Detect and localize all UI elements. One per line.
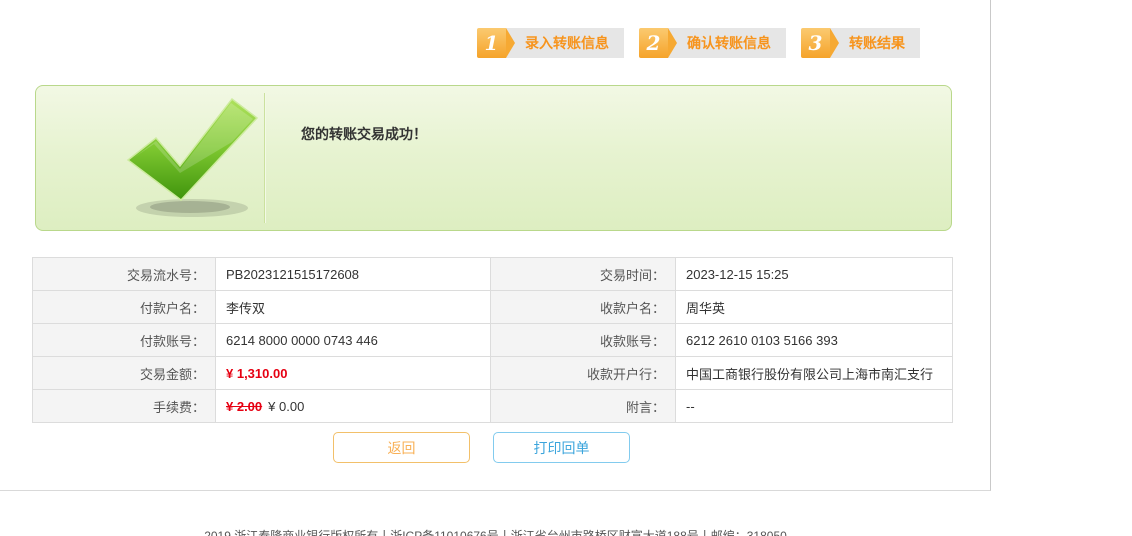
success-checkmark-icon — [114, 94, 289, 222]
detail-value-part: 李传双 — [226, 301, 265, 316]
step-1-number-badge: 1 — [477, 28, 506, 58]
detail-value: ¥ 1,310.00 — [216, 357, 491, 390]
detail-value-part: ¥ 2.00 — [226, 399, 262, 414]
detail-value-part: -- — [686, 399, 695, 414]
detail-value-part: 中国工商银行股份有限公司上海市南汇支行 — [686, 367, 933, 382]
transfer-steps: 1 录入转账信息 2 确认转账信息 3 转账结果 — [477, 28, 920, 58]
detail-value: 2023-12-15 15:25 — [676, 258, 953, 291]
table-row: 付款户名： 李传双 收款户名： 周华英 — [33, 291, 953, 324]
step-3-result: 3 转账结果 — [801, 28, 920, 58]
table-row: 手续费： ¥ 2.00 ¥ 0.00 附言： -- — [33, 390, 953, 423]
main-content-panel: 1 录入转账信息 2 确认转账信息 3 转账结果 — [0, 0, 991, 491]
step-1-label: 录入转账信息 — [506, 28, 624, 58]
step-1-enter-info: 1 录入转账信息 — [477, 28, 624, 58]
detail-value-part: ¥ 1,310.00 — [226, 366, 287, 381]
detail-value-part: 6214 8000 0000 0743 446 — [226, 333, 378, 348]
detail-value-part: ¥ 0.00 — [268, 399, 304, 414]
details-table-body: 交易流水号： PB2023121515172608 交易时间： 2023-12-15 … — [33, 258, 953, 423]
step-2-confirm-info: 2 确认转账信息 — [639, 28, 786, 58]
detail-label: 收款开户行： — [491, 357, 676, 390]
success-message: 您的转账交易成功！ — [301, 124, 427, 144]
print-receipt-button[interactable]: 打印回单 — [493, 432, 630, 463]
detail-label: 付款户名： — [33, 291, 216, 324]
detail-value-part: PB2023121515172608 — [226, 267, 359, 282]
step-3-number-badge: 3 — [801, 28, 830, 58]
detail-value: ¥ 2.00 ¥ 0.00 — [216, 390, 491, 423]
detail-value: 中国工商银行股份有限公司上海市南汇支行 — [676, 357, 953, 390]
table-row: 交易流水号： PB2023121515172608 交易时间： 2023-12-15 … — [33, 258, 953, 291]
detail-value: PB2023121515172608 — [216, 258, 491, 291]
copyright-footer: 2019 浙江泰隆商业银行版权所有丨浙ICP备11010676号丨浙江省台州市路… — [0, 527, 991, 536]
detail-label: 交易金额： — [33, 357, 216, 390]
detail-label: 收款户名： — [491, 291, 676, 324]
detail-value-part: 2023-12-15 15:25 — [686, 267, 789, 282]
detail-label: 收款账号： — [491, 324, 676, 357]
detail-value: 李传双 — [216, 291, 491, 324]
table-row: 付款账号： 6214 8000 0000 0743 446 收款账号： 6212 26… — [33, 324, 953, 357]
step-2-label: 确认转账信息 — [668, 28, 786, 58]
back-button[interactable]: 返回 — [333, 432, 470, 463]
detail-label: 交易时间： — [491, 258, 676, 291]
detail-value: 周华英 — [676, 291, 953, 324]
step-3-label: 转账结果 — [830, 28, 920, 58]
transaction-details-table: 交易流水号： PB2023121515172608 交易时间： 2023-12-15 … — [32, 257, 953, 423]
detail-label: 交易流水号： — [33, 258, 216, 291]
success-panel: 您的转账交易成功！ — [35, 85, 952, 231]
detail-label: 附言： — [491, 390, 676, 423]
table-row: 交易金额： ¥ 1,310.00 收款开户行： 中国工商银行股份有限公司上海市南汇支行 — [33, 357, 953, 390]
detail-value-part: 周华英 — [686, 301, 725, 316]
action-buttons: 返回 打印回单 — [333, 432, 630, 463]
detail-label: 手续费： — [33, 390, 216, 423]
detail-label: 付款账号： — [33, 324, 216, 357]
panel-divider — [264, 93, 266, 223]
detail-value-part: 6212 2610 0103 5166 393 — [686, 333, 838, 348]
detail-value: 6212 2610 0103 5166 393 — [676, 324, 953, 357]
step-2-number-badge: 2 — [639, 28, 668, 58]
detail-value: 6214 8000 0000 0743 446 — [216, 324, 491, 357]
detail-value: -- — [676, 390, 953, 423]
